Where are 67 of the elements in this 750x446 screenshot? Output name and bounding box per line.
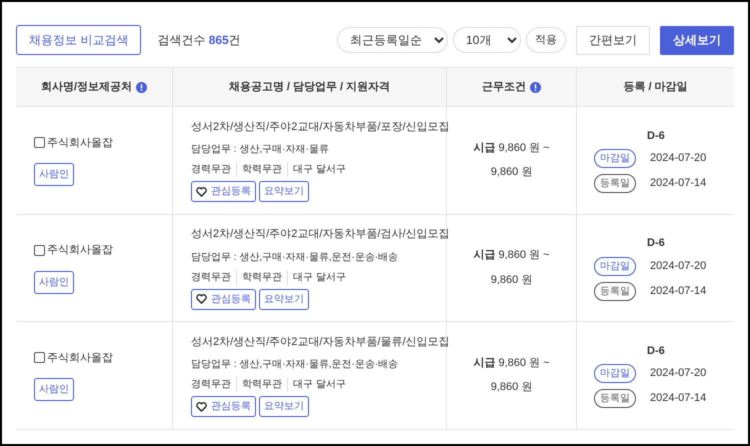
- apply-button[interactable]: 적용: [526, 27, 566, 53]
- source-tag: 사람인: [34, 270, 74, 294]
- bookmark-button[interactable]: 관심등록: [191, 181, 256, 202]
- bookmark-button[interactable]: 관심등록: [191, 396, 256, 417]
- job-duty: 담당업무 : 생산,구매·자재·물류: [191, 143, 330, 157]
- compare-search-button[interactable]: 채용정보 비교검색: [16, 25, 142, 55]
- qualification-tag: 학력무관: [236, 270, 282, 284]
- pay-range: 시급 9,860 원 ~: [473, 248, 550, 264]
- column-header: 채용공고명 / 담당업무 / 지원자격: [228, 80, 390, 95]
- column-header: 회사명/정보제공처: [40, 80, 132, 95]
- source-tag: 사람인: [34, 378, 74, 401]
- d-day: D-6: [647, 342, 734, 359]
- job-title[interactable]: 성서2차/생산직/주야2교대/자동차부품/물류/신입모집: [191, 334, 446, 350]
- deadline-tag: 마감일: [594, 364, 636, 383]
- job-duty: 담당업무 : 생산,구매·자재·물류,운전·운송·배송: [191, 358, 400, 372]
- deadline-tag: 마감일: [594, 149, 636, 168]
- heart-icon: [196, 186, 207, 196]
- registered-tag: 등록일: [594, 282, 636, 300]
- qualification-tag: 경력무관: [191, 270, 231, 284]
- checkbox[interactable]: [34, 352, 45, 364]
- qualification-tag: 대구 달서구: [287, 270, 346, 284]
- company-name: 주식회사올잡: [47, 136, 113, 150]
- qualification-tag: 경력무관: [191, 162, 231, 177]
- registered-date: 2024-07-14: [650, 284, 706, 299]
- company-name: 주식회사올잡: [47, 243, 113, 258]
- heart-icon: [196, 402, 207, 412]
- job-title[interactable]: 성서2차/생산직/주야2교대/자동차부품/포장/신입모집: [191, 118, 446, 135]
- qualification-tag: 학력무관: [236, 377, 282, 392]
- pay-range: 9,860 원: [490, 380, 532, 396]
- registered-tag: 등록일: [594, 389, 636, 408]
- source-tag: 사람인: [34, 163, 74, 186]
- summary-button[interactable]: 요약보기: [259, 396, 309, 417]
- registered-date: 2024-07-14: [650, 391, 706, 406]
- page-size-select[interactable]: 10개: [453, 27, 521, 53]
- qualification-tag: 대구 달서구: [287, 377, 346, 392]
- deadline-date: 2024-07-20: [650, 366, 706, 382]
- job-duty: 담당업무 : 생산,구매·자재·물류,운전·운송·배송: [191, 250, 400, 264]
- info-icon: [136, 82, 148, 92]
- bookmark-button[interactable]: 관심등록: [191, 288, 256, 310]
- summary-button[interactable]: 요약보기: [259, 181, 309, 202]
- checkbox[interactable]: [34, 137, 45, 148]
- heart-icon: [196, 294, 207, 304]
- registered-date: 2024-07-14: [650, 176, 706, 192]
- qualification-tag: 대구 달서구: [287, 162, 346, 177]
- deadline-date: 2024-07-20: [650, 151, 706, 166]
- checkbox[interactable]: [34, 244, 45, 256]
- pay-range: 9,860 원: [490, 272, 532, 288]
- pay-range: 시급 9,860 원 ~: [473, 140, 550, 156]
- view-mode-button[interactable]: 간편보기: [576, 26, 650, 54]
- qualification-tag: 경력무관: [191, 377, 231, 392]
- d-day: D-6: [647, 128, 734, 144]
- pay-range: 시급 9,860 원 ~: [473, 356, 550, 371]
- sort-select[interactable]: 최근등록일순: [337, 27, 448, 53]
- info-icon: [530, 82, 541, 92]
- column-header: 등록 / 마감일: [623, 80, 688, 95]
- qualification-tag: 학력무관: [236, 162, 282, 177]
- company-name: 주식회사올잡: [47, 350, 113, 366]
- job-title[interactable]: 성서2차/생산직/주야2교대/자동차부품/검사/신입모집: [191, 226, 446, 242]
- deadline-tag: 마감일: [594, 256, 636, 276]
- pay-range: 9,860 원: [490, 165, 532, 180]
- result-count: 검색건수 865건: [157, 32, 241, 49]
- deadline-date: 2024-07-20: [650, 258, 706, 274]
- summary-button[interactable]: 요약보기: [259, 288, 309, 310]
- registered-tag: 등록일: [594, 174, 636, 193]
- d-day: D-6: [647, 235, 734, 252]
- view-mode-button[interactable]: 상세보기: [660, 26, 734, 54]
- column-header: 근무조건: [482, 80, 526, 95]
